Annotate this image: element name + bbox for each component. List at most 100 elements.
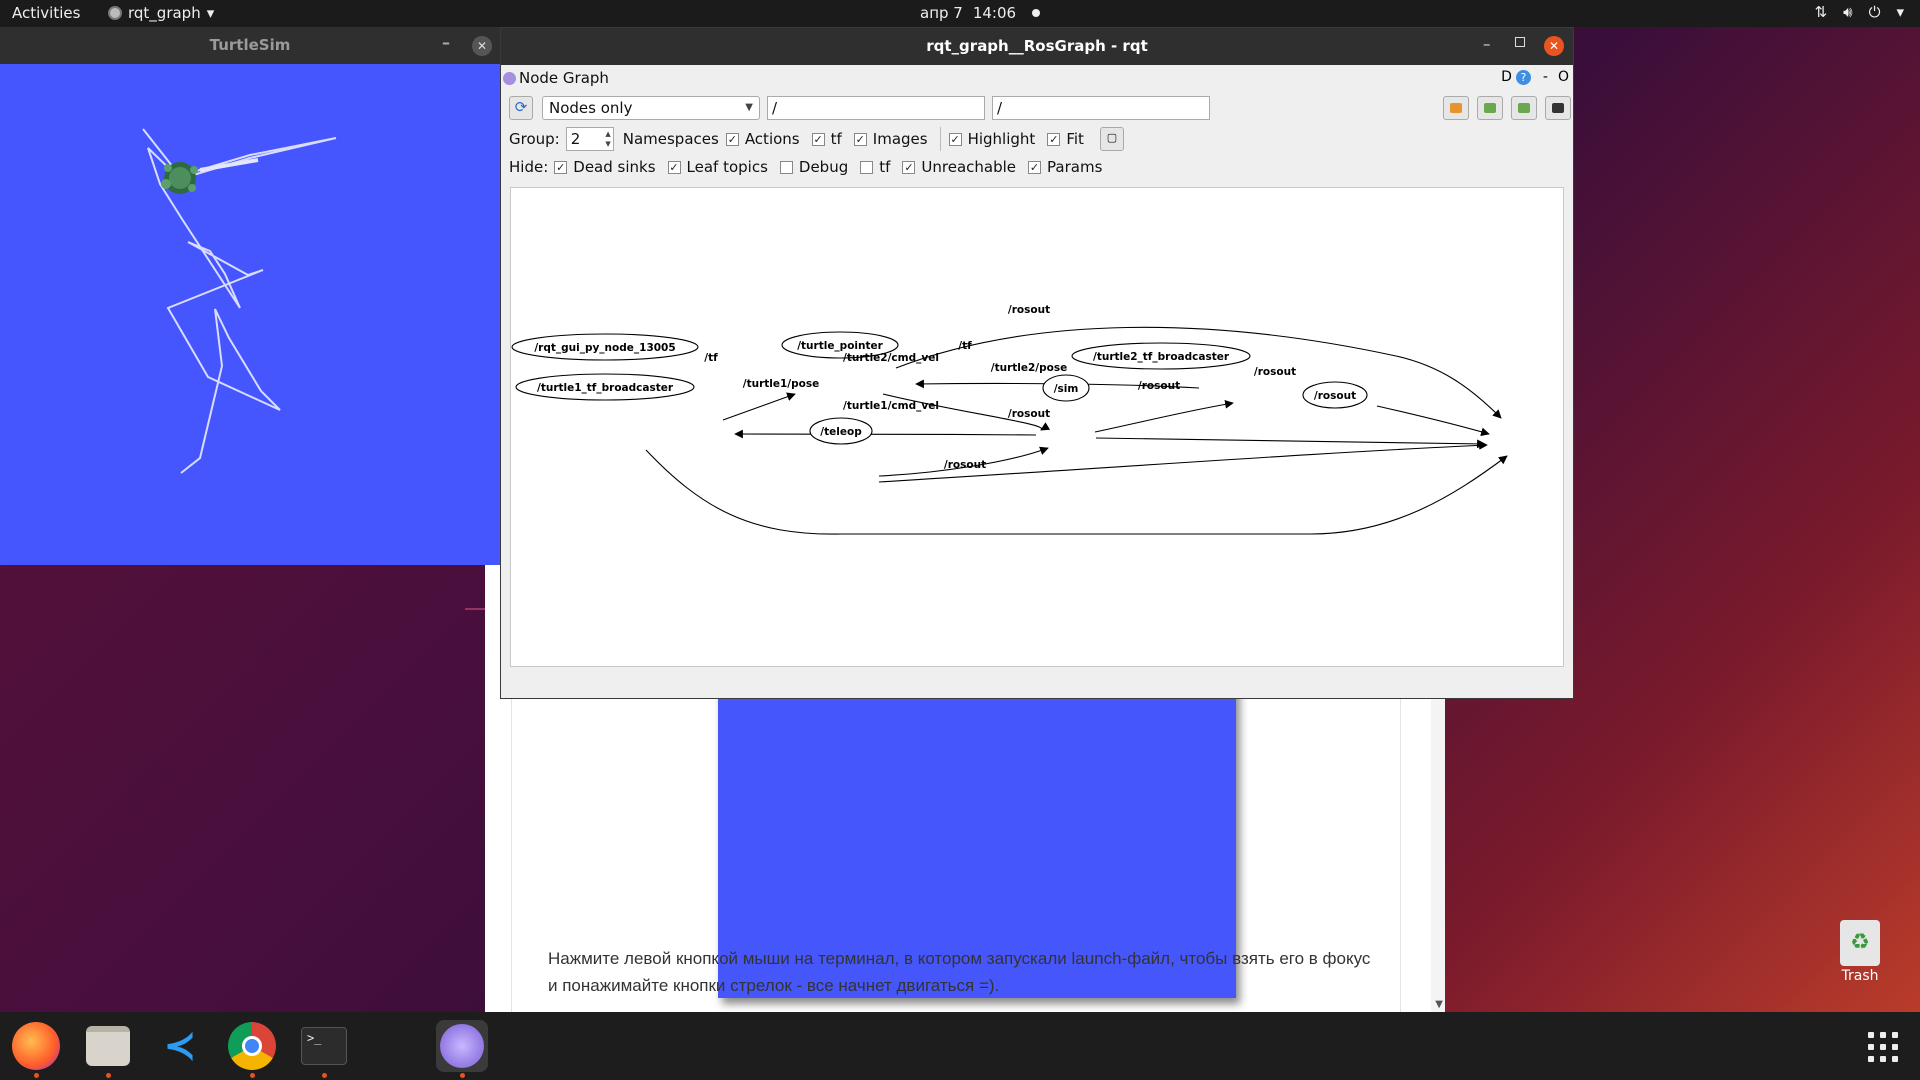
app-menu[interactable]: rqt_graph ▾ [108,4,214,22]
clock-time: 14:06 [972,4,1017,22]
plugin-controls: D ? - O [1501,69,1569,85]
minimize-button[interactable]: – [1483,35,1491,53]
refresh-icon[interactable]: ⟳ [509,96,533,120]
minimize-plugin-button[interactable]: - [1543,69,1548,85]
terminal-icon[interactable]: >_ [298,1020,350,1078]
edge-tf-turtle1 [722,392,796,421]
node-turtle-pointer: /turtle_pointer [797,340,883,352]
app-menu-icon [108,6,122,20]
graph-mode-value: Nodes only [549,99,633,117]
edge-label-tf-2: /tf [958,340,972,352]
node-turtle1-tf: /turtle1_tf_broadcaster [537,382,674,394]
turtlesim-titlebar[interactable]: TurtleSim – ✕ [0,27,500,64]
edge-label-rosout-t2: /rosout [1254,366,1296,378]
running-indicator [250,1073,255,1078]
edge-rosout-top [895,326,1502,419]
dock: ≺ >_ [0,1012,1920,1080]
fit-in-view-icon[interactable]: ▢ [1099,127,1124,151]
graph-mode-select[interactable]: Nodes only ▼ [542,96,760,120]
trash-desktop-item[interactable]: ♻ Trash [1828,920,1892,984]
spin-arrows-icon[interactable]: ▲ ▼ [605,129,610,149]
dead-sinks-checkbox[interactable]: ✓ Dead sinks [554,158,656,176]
show-applications-icon[interactable] [1868,1032,1898,1062]
clock[interactable]: апр 7 14:06 [920,4,1041,22]
running-indicator [322,1073,327,1078]
turtle-icon [161,162,198,194]
close-plugin-button[interactable]: O [1558,69,1569,85]
check-icon: ✓ [853,132,867,146]
maximize-button[interactable] [1515,37,1525,47]
actions-checkbox[interactable]: ✓ Actions [725,130,800,148]
hide-tf-label: tf [879,158,891,176]
save-image-icon[interactable] [1545,96,1571,120]
ros-graph-svg: /rqt_gui_py_node_13005 /turtle1_tf_broad… [511,304,1508,535]
save-dot-icon[interactable] [1477,96,1503,120]
topic-filter-input[interactable]: / [992,96,1210,120]
chevron-down-icon: ▾ [206,4,215,22]
edge-label-rosout-teleop: /rosout [1008,408,1050,420]
node-filter-input[interactable]: / [767,96,985,120]
running-indicator [460,1073,465,1078]
images-label: Images [872,130,928,148]
firefox-icon[interactable] [10,1020,62,1078]
unreachable-checkbox[interactable]: ✓ Unreachable [902,158,1016,176]
save-svg-icon[interactable] [1511,96,1537,120]
help-icon[interactable]: ? [1515,69,1531,85]
chevron-down-icon: ▼ [745,102,753,113]
rqt-icon[interactable] [436,1020,488,1078]
turtlesim-title: TurtleSim [209,36,291,54]
unchecked-box [860,160,874,174]
hide-label: Hide: [509,158,549,176]
hide-tf-checkbox[interactable]: tf [860,158,890,176]
edge-label-turtle2-cmd-vel: /turtle2/cmd_vel [843,352,939,364]
activities-button[interactable]: Activities [12,4,80,22]
clock-date: апр 7 [920,4,963,22]
system-tray[interactable]: ⇅ 🔊︎ ⏻ ▾ [1815,3,1904,21]
chrome-icon[interactable] [226,1020,278,1078]
node-graph-canvas[interactable]: /rqt_gui_py_node_13005 /turtle1_tf_broad… [510,187,1564,667]
highlight-label: Highlight [967,130,1036,148]
group-spinbox[interactable]: 2 ▲ ▼ [565,127,614,151]
leaf-topics-checkbox[interactable]: ✓ Leaf topics [667,158,768,176]
rqt-titlebar[interactable]: rqt_graph__RosGraph - rqt – ✕ [501,28,1573,65]
leaf-topics-label: Leaf topics [686,158,768,176]
images-checkbox[interactable]: ✓ Images [853,130,928,148]
check-icon: ✓ [1028,160,1042,174]
top-bar: Activities rqt_graph ▾ апр 7 14:06 ⇅ 🔊︎ … [0,0,1920,27]
node-turtle2-tf: /turtle2_tf_broadcaster [1093,351,1230,363]
edge-label-turtle1-pose: /turtle1/pose [743,378,820,390]
plugin-title-label: Node Graph [519,69,609,87]
turtlesim-canvas [142,128,337,474]
turtlesim-window[interactable]: TurtleSim – ✕ [0,27,500,565]
check-icon: ✓ [1047,132,1061,146]
edge-label-turtle2-pose: /turtle2/pose [991,362,1068,374]
edge-rosout-sim [1095,437,1486,449]
close-button[interactable]: ✕ [472,36,492,56]
vscode-icon[interactable]: ≺ [154,1020,206,1072]
files-icon[interactable] [82,1020,134,1078]
scroll-down-icon[interactable]: ▼ [1435,999,1443,1010]
debug-checkbox[interactable]: Debug [779,158,849,176]
file-toolbar [1435,96,1571,120]
node-rosout: /rosout [1314,390,1356,402]
minimize-button[interactable]: – [442,33,450,52]
close-button[interactable]: ✕ [1544,36,1564,56]
edge-turtle1-pose [734,429,1037,439]
edge-label-rosout-top: /rosout [1008,304,1050,316]
node-teleop: /teleop [820,426,862,438]
dock-plugin-button[interactable]: D [1501,69,1512,85]
params-checkbox[interactable]: ✓ Params [1028,158,1102,176]
highlight-checkbox[interactable]: ✓ Highlight [948,130,1036,148]
fit-checkbox[interactable]: ✓ Fit [1047,130,1084,148]
actions-label: Actions [744,130,800,148]
volume-icon: 🔊︎ [1843,3,1853,21]
tf-checkbox[interactable]: ✓ tf [811,130,842,148]
debug-label: Debug [798,158,849,176]
load-dot-icon[interactable] [1443,96,1469,120]
rqt-window[interactable]: rqt_graph__RosGraph - rqt – ✕ Node Graph… [500,27,1574,699]
check-icon: ✓ [725,132,739,146]
chevron-down-icon: ▾ [1896,3,1904,21]
params-label: Params [1047,158,1103,176]
article-paragraph: Нажмите левой кнопкой мыши на терминал, … [548,949,1371,995]
edge-rosout-turtle2 [1376,405,1490,437]
